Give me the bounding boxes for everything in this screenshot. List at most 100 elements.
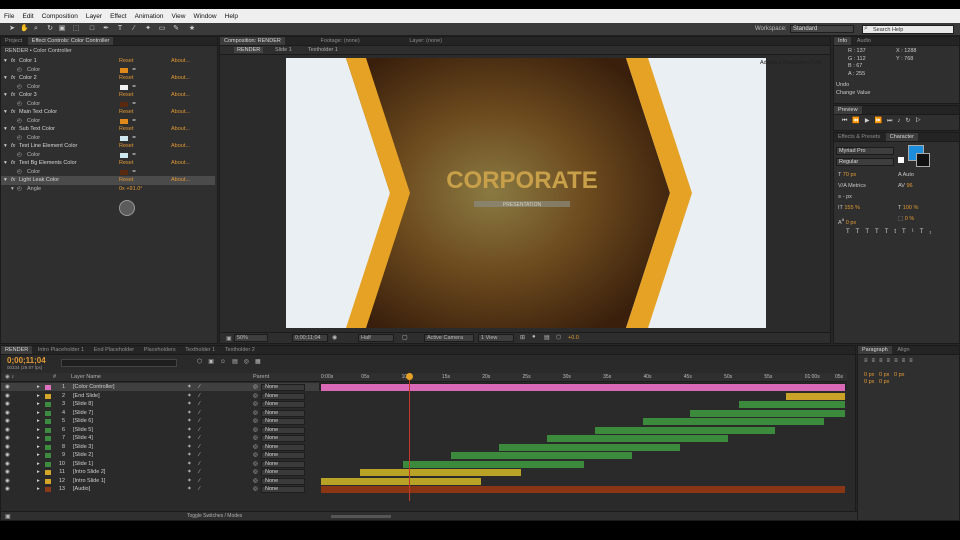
collapse-switch-icon[interactable]: ✶ (187, 426, 192, 435)
search-help-input[interactable]: Search Help (862, 25, 954, 34)
stopwatch-icon[interactable]: ◴ (17, 134, 22, 143)
visibility-eye-icon[interactable]: ◉ (5, 468, 10, 477)
reset-link[interactable]: Reset (119, 74, 133, 83)
reset-link[interactable]: Reset (119, 91, 133, 100)
tsume-value[interactable]: 0 % (905, 216, 914, 222)
expand-arrow-icon[interactable]: ▸ (37, 383, 40, 392)
font-style-select[interactable]: Regular (836, 158, 894, 166)
about-link[interactable]: About... (171, 57, 190, 66)
draft-3d-icon[interactable]: ▣ (208, 359, 220, 365)
camera-select[interactable]: Active Camera (424, 334, 474, 342)
quality-switch-icon[interactable]: ∕ (199, 451, 200, 460)
fx-icon[interactable]: fx (11, 57, 15, 66)
parent-select[interactable]: None (261, 392, 305, 400)
parent-select[interactable]: None (261, 443, 305, 451)
tab-audio[interactable]: Audio (853, 37, 875, 45)
visibility-eye-icon[interactable]: ◉ (5, 460, 10, 469)
collapse-switch-icon[interactable]: ✶ (187, 443, 192, 452)
visibility-eye-icon[interactable]: ◉ (5, 426, 10, 435)
table-row[interactable]: ◉ ▸ 4 [Slide 7] ✶ ∕ ◎ None (1, 409, 319, 418)
layer-name[interactable]: [Slide 1] (73, 460, 93, 469)
disclosure-icon[interactable]: ▾ (4, 159, 7, 168)
table-row[interactable]: ◉ ▸ 1 [Color Controller] ✶ ∕ ◎ None (1, 383, 319, 392)
collapse-switch-icon[interactable]: ✶ (187, 383, 192, 392)
collapse-switch-icon[interactable]: ✶ (187, 468, 192, 477)
tab-info[interactable]: Info (834, 37, 852, 45)
color-swatch[interactable] (120, 152, 128, 158)
comp-mini-flowchart-icon[interactable]: ⬡ (197, 359, 208, 365)
layer-duration-bar[interactable] (594, 426, 776, 434)
font-family-select[interactable]: Myriad Pro (836, 147, 894, 155)
collapse-switch-icon[interactable]: ✶ (187, 409, 192, 418)
pick-whip-icon[interactable]: ◎ (253, 443, 258, 452)
table-row[interactable]: ◉ ▸ 3 [Slide 8] ✶ ∕ ◎ None (1, 400, 319, 409)
fx-icon[interactable]: fx (11, 91, 15, 100)
last-frame-icon[interactable]: ⏭ (887, 118, 897, 124)
reset-link[interactable]: Reset (119, 159, 133, 168)
pick-whip-icon[interactable]: ◎ (253, 392, 258, 401)
pick-whip-icon[interactable]: ◎ (253, 426, 258, 435)
layer-search-input[interactable] (61, 359, 177, 367)
eyedropper-icon[interactable]: ✒ (132, 134, 137, 143)
layer-label-color[interactable] (45, 419, 51, 424)
visibility-eye-icon[interactable]: ◉ (5, 485, 10, 494)
flow-slide1[interactable]: Slide 1 (275, 47, 292, 53)
tab-layer[interactable]: Layer: (none) (405, 37, 446, 45)
tab-preview[interactable]: Preview (834, 106, 862, 114)
table-row[interactable]: ◉ ▸ 2 [End Slide] ✶ ∕ ◎ None (1, 392, 319, 401)
color-swatch[interactable] (120, 84, 128, 90)
stroke-width-value[interactable]: - px (843, 194, 852, 200)
pick-whip-icon[interactable]: ◎ (253, 468, 258, 477)
parent-select[interactable]: None (261, 486, 305, 493)
layer-name-header[interactable]: Layer Name (71, 374, 101, 380)
disclosure-icon[interactable]: ▾ (4, 108, 7, 117)
disclosure-icon[interactable]: ▾ (4, 74, 7, 83)
parent-header[interactable]: Parent (253, 374, 269, 380)
layer-label-color[interactable] (45, 470, 51, 475)
quality-switch-icon[interactable]: ∕ (199, 392, 200, 401)
menu-layer[interactable]: Layer (86, 13, 102, 20)
quality-switch-icon[interactable]: ∕ (199, 485, 200, 494)
vertical-scale-value[interactable]: 155 % (844, 205, 860, 211)
collapse-switch-icon[interactable]: ✶ (187, 477, 192, 486)
visibility-eye-icon[interactable]: ◉ (5, 443, 10, 452)
stopwatch-icon[interactable]: ◴ (17, 100, 22, 109)
color-swatch[interactable] (120, 118, 128, 124)
expand-arrow-icon[interactable]: ▸ (37, 434, 40, 443)
layer-label-color[interactable] (45, 410, 51, 416)
parent-select[interactable]: None (261, 426, 305, 434)
expand-arrow-icon[interactable]: ▸ (37, 451, 40, 460)
table-row[interactable]: ◉ ▸ 13 [Audio] ✶ ∕ ◎ None (1, 485, 319, 494)
tab-effects-presets[interactable]: Effects & Presets (834, 133, 884, 141)
collapse-switch-icon[interactable]: ✶ (187, 392, 192, 401)
always-preview-icon[interactable]: ▣ (226, 335, 232, 342)
color-swatch[interactable] (120, 169, 128, 175)
fx-icon[interactable]: fx (11, 108, 15, 117)
quality-switch-icon[interactable]: ∕ (199, 409, 200, 418)
layer-duration-bar[interactable] (499, 443, 680, 451)
zoom-select[interactable]: 50% (234, 334, 268, 342)
layer-duration-bar[interactable] (450, 452, 632, 459)
composition-viewer[interactable]: CORPORATE PRESENTATION (286, 58, 766, 328)
angle-value[interactable]: 0x +91.0° (119, 185, 142, 194)
layer-name[interactable]: [Color Controller] (73, 383, 115, 392)
pick-whip-icon[interactable]: ◎ (253, 409, 258, 418)
tab-timeline-placeholders[interactable]: Placeholders (140, 346, 180, 354)
layer-label-color[interactable] (45, 393, 51, 399)
puppet-tool-icon[interactable]: ★ (188, 25, 196, 33)
layer-duration-bar[interactable] (786, 392, 845, 400)
all-caps-button[interactable]: TT (865, 229, 884, 235)
leading-value[interactable]: Auto (903, 172, 914, 178)
layer-name[interactable]: [Slide 3] (73, 443, 93, 452)
layer-label-color[interactable] (45, 453, 51, 458)
layer-label-color[interactable] (45, 461, 51, 467)
type-tool-icon[interactable]: T (116, 25, 124, 33)
eyedropper-icon[interactable]: ✒ (132, 66, 137, 75)
layer-label-color[interactable] (45, 427, 51, 433)
table-row[interactable]: ◉ ▸ 5 [Slide 6] ✶ ∕ ◎ None (1, 417, 319, 426)
superscript-button[interactable]: T¹ (902, 229, 920, 235)
fx-icon[interactable]: fx (11, 74, 15, 83)
visibility-eye-icon[interactable]: ◉ (5, 451, 10, 460)
rotate-tool-icon[interactable]: ↻ (46, 25, 54, 33)
table-row[interactable]: ◉ ▸ 10 [Slide 1] ✶ ∕ ◎ None (1, 460, 319, 469)
